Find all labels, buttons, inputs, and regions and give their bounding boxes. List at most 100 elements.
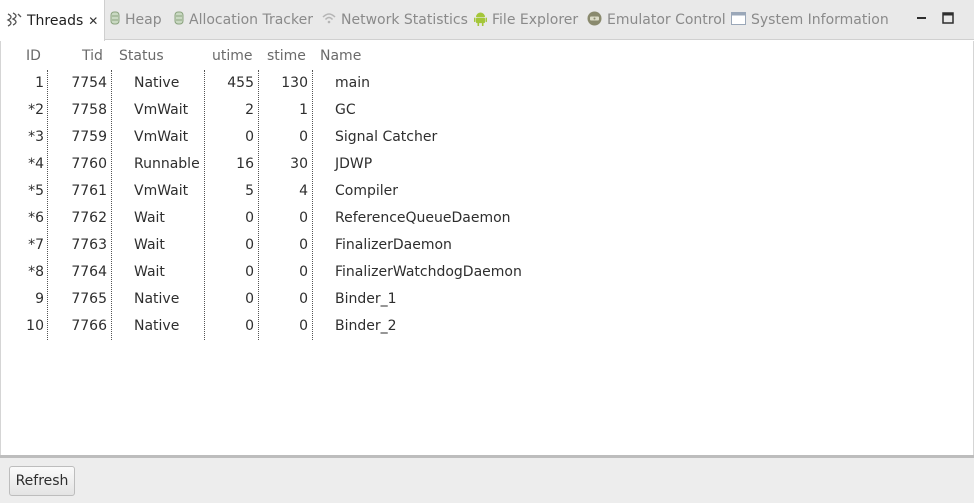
cell-stime: 0: [299, 237, 308, 253]
cell-tid: 7766: [71, 318, 107, 334]
cell-name: Binder_1: [335, 291, 397, 307]
cell-stime: 0: [299, 210, 308, 226]
cell-stime: 30: [290, 156, 308, 172]
cell-id: *5: [28, 183, 44, 199]
table-row[interactable]: *4 7760 Runnable 16 30 JDWP: [0, 151, 974, 178]
cell-name: Binder_2: [335, 318, 397, 334]
cell-status: VmWait: [134, 183, 189, 199]
cell-id: 9: [35, 291, 44, 307]
heap-icon: [110, 11, 120, 29]
table-row[interactable]: *8 7764 Wait 0 0 FinalizerWatchdogDaemon: [0, 259, 974, 286]
cell-status: Wait: [134, 210, 165, 226]
tab-network-statistics[interactable]: Network Statistics: [322, 0, 468, 40]
column-header-name[interactable]: Name: [320, 48, 361, 66]
refresh-button[interactable]: Refresh: [9, 466, 75, 496]
cell-tid: 7760: [71, 156, 107, 172]
cell-utime: 0: [245, 318, 254, 334]
cell-utime: 0: [245, 237, 254, 253]
table-row[interactable]: *3 7759 VmWait 0 0 Signal Catcher: [0, 124, 974, 151]
column-header-id[interactable]: ID: [26, 48, 41, 66]
tab-file-explorer[interactable]: File Explorer: [474, 0, 578, 40]
bottom-panel: Refresh: [0, 455, 974, 503]
tab-label: System Information: [751, 12, 889, 28]
cell-utime: 5: [245, 183, 254, 199]
allocation-tracker-icon: [174, 11, 184, 29]
tab-emulator-control[interactable]: Emulator Control: [587, 0, 726, 40]
cell-tid: 7762: [71, 210, 107, 226]
cell-id: *4: [28, 156, 44, 172]
cell-id: 1: [35, 75, 44, 91]
cell-tid: 7763: [71, 237, 107, 253]
cell-utime: 0: [245, 129, 254, 145]
cell-name: FinalizerDaemon: [335, 237, 452, 253]
tab-allocation-tracker[interactable]: Allocation Tracker: [174, 0, 313, 40]
cell-id: *6: [28, 210, 44, 226]
table-row[interactable]: 9 7765 Native 0 0 Binder_1: [0, 286, 974, 313]
cell-tid: 7758: [71, 102, 107, 118]
cell-status: Wait: [134, 264, 165, 280]
cell-status: Wait: [134, 237, 165, 253]
cell-name: Signal Catcher: [335, 129, 438, 145]
system-information-icon: [731, 11, 746, 29]
close-icon[interactable]: ✕: [88, 14, 98, 28]
cell-stime: 4: [299, 183, 308, 199]
cell-status: Native: [134, 291, 180, 307]
cell-name: ReferenceQueueDaemon: [335, 210, 511, 226]
tab-label: Allocation Tracker: [189, 12, 313, 28]
tab-threads[interactable]: Threads ✕: [0, 0, 106, 41]
cell-id: *2: [28, 102, 44, 118]
cell-status: Native: [134, 318, 180, 334]
cell-tid: 7765: [71, 291, 107, 307]
cell-tid: 7764: [71, 264, 107, 280]
tab-heap[interactable]: Heap: [110, 0, 162, 40]
cell-id: *7: [28, 237, 44, 253]
cell-stime: 130: [281, 75, 308, 91]
cell-id: 10: [26, 318, 44, 334]
cell-stime: 0: [299, 318, 308, 334]
cell-utime: 2: [245, 102, 254, 118]
network-statistics-icon: [322, 12, 336, 28]
cell-status: VmWait: [134, 129, 189, 145]
cell-status: Native: [134, 75, 180, 91]
maximize-icon[interactable]: [942, 12, 954, 24]
cell-tid: 7761: [71, 183, 107, 199]
cell-stime: 0: [299, 264, 308, 280]
table-row[interactable]: *6 7762 Wait 0 0 ReferenceQueueDaemon: [0, 205, 974, 232]
table-row[interactable]: *2 7758 VmWait 2 1 GC: [0, 97, 974, 124]
table-row[interactable]: 10 7766 Native 0 0 Binder_2: [0, 313, 974, 340]
table-row[interactable]: *5 7761 VmWait 5 4 Compiler: [0, 178, 974, 205]
cell-utime: 455: [227, 75, 254, 91]
tab-label: Threads: [27, 12, 84, 29]
column-header-stime[interactable]: stime: [267, 48, 306, 66]
cell-stime: 0: [299, 291, 308, 307]
tab-label: Network Statistics: [341, 12, 468, 28]
cell-id: *8: [28, 264, 44, 280]
cell-status: Runnable: [134, 156, 200, 172]
tab-label: Emulator Control: [607, 12, 726, 28]
cell-utime: 0: [245, 264, 254, 280]
cell-stime: 0: [299, 129, 308, 145]
column-header-tid[interactable]: Tid: [82, 48, 103, 66]
cell-name: main: [335, 75, 370, 91]
cell-utime: 0: [245, 291, 254, 307]
view-tab-bar: Threads ✕ Heap Allocation Tracker Networ…: [0, 0, 974, 41]
column-header-utime[interactable]: utime: [212, 48, 253, 66]
cell-name: GC: [335, 102, 356, 118]
android-icon: [474, 11, 487, 30]
emulator-control-icon: [587, 11, 602, 30]
tab-system-information[interactable]: System Information: [731, 0, 889, 40]
cell-status: VmWait: [134, 102, 189, 118]
cell-stime: 1: [299, 102, 308, 118]
table-row[interactable]: *7 7763 Wait 0 0 FinalizerDaemon: [0, 232, 974, 259]
tab-label: File Explorer: [492, 12, 579, 28]
column-header-status[interactable]: Status: [119, 48, 164, 66]
threads-icon: [6, 11, 22, 31]
cell-utime: 16: [236, 156, 254, 172]
table-row[interactable]: 1 7754 Native 455 130 main: [0, 70, 974, 97]
cell-name: FinalizerWatchdogDaemon: [335, 264, 522, 280]
cell-name: Compiler: [335, 183, 399, 199]
cell-id: *3: [28, 129, 44, 145]
cell-name: JDWP: [335, 156, 373, 172]
cell-tid: 7759: [71, 129, 107, 145]
minimize-icon[interactable]: [916, 12, 928, 24]
